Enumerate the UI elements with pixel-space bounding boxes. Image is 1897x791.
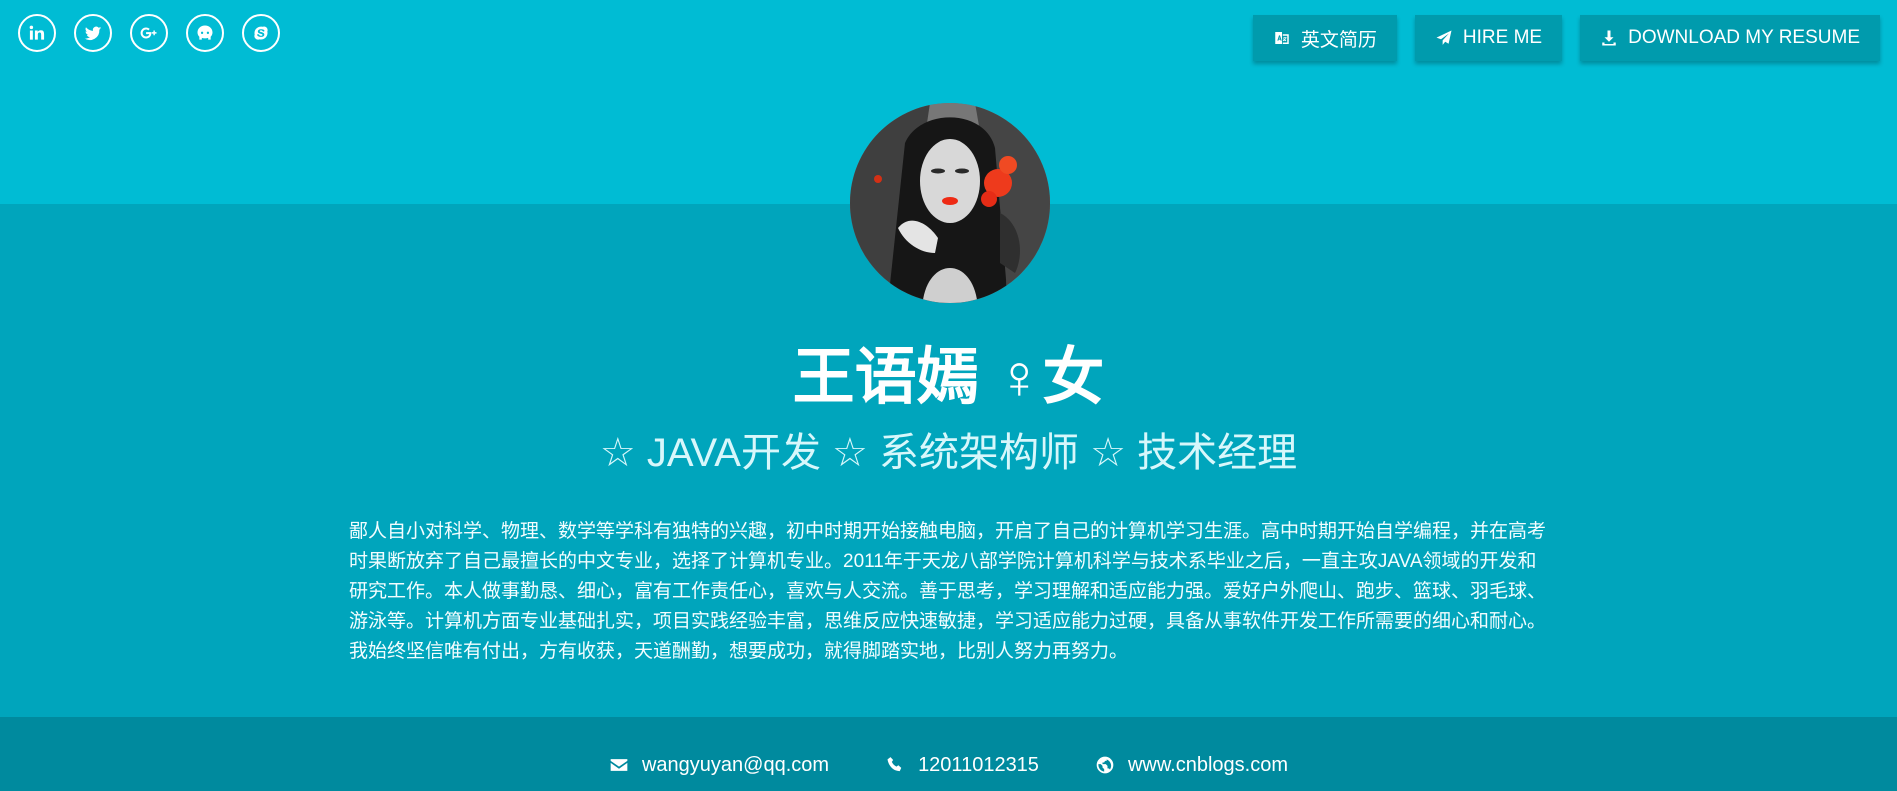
email-text[interactable]: wangyuyan@qq.com: [642, 752, 829, 778]
globe-icon: [1096, 756, 1114, 774]
twitter-icon[interactable]: [74, 14, 112, 52]
download-resume-label: DOWNLOAD MY RESUME: [1628, 27, 1860, 48]
phone-text[interactable]: 12011012315: [918, 752, 1039, 778]
top-actions: 英文简历 HIRE ME DOWNLOAD MY RESUME: [1252, 15, 1880, 61]
skype-icon[interactable]: [242, 14, 280, 52]
hire-me-label: HIRE ME: [1462, 27, 1543, 48]
website-text[interactable]: www.cnblogs.com: [1128, 752, 1288, 778]
linkedin-icon[interactable]: [18, 14, 56, 52]
download-resume-button[interactable]: DOWNLOAD MY RESUME: [1580, 15, 1880, 61]
hire-me-button[interactable]: HIRE ME: [1414, 15, 1563, 61]
envelope-icon: [610, 759, 628, 771]
github-icon[interactable]: [186, 14, 224, 52]
paper-plane-icon: [1436, 30, 1452, 45]
phone-contact[interactable]: 12011012315: [885, 752, 1039, 778]
english-resume-button[interactable]: 英文简历: [1252, 15, 1397, 61]
social-links: [18, 14, 280, 52]
website-contact[interactable]: www.cnblogs.com: [1095, 752, 1288, 778]
english-resume-label: 英文简历: [1300, 29, 1377, 51]
profile-roles: ☆ JAVA开发 ☆ 系统架构师 ☆ 技术经理: [599, 431, 1298, 475]
contact-list: wangyuyan@qq.com 12011012315 www.cnblogs…: [0, 752, 1897, 778]
google-plus-icon[interactable]: [130, 14, 168, 52]
download-icon: [1602, 30, 1616, 46]
phone-icon: [887, 757, 902, 772]
avatar: [850, 103, 1050, 303]
translate-icon: [1275, 32, 1289, 44]
profile-bio: 鄙人自小对科学、物理、数学等学科有独特的兴趣，初中时期开始接触电脑，开启了自己的…: [349, 521, 1547, 662]
profile-name: 王语嫣 ♀女: [792, 343, 1105, 412]
email-contact[interactable]: wangyuyan@qq.com: [609, 752, 829, 778]
